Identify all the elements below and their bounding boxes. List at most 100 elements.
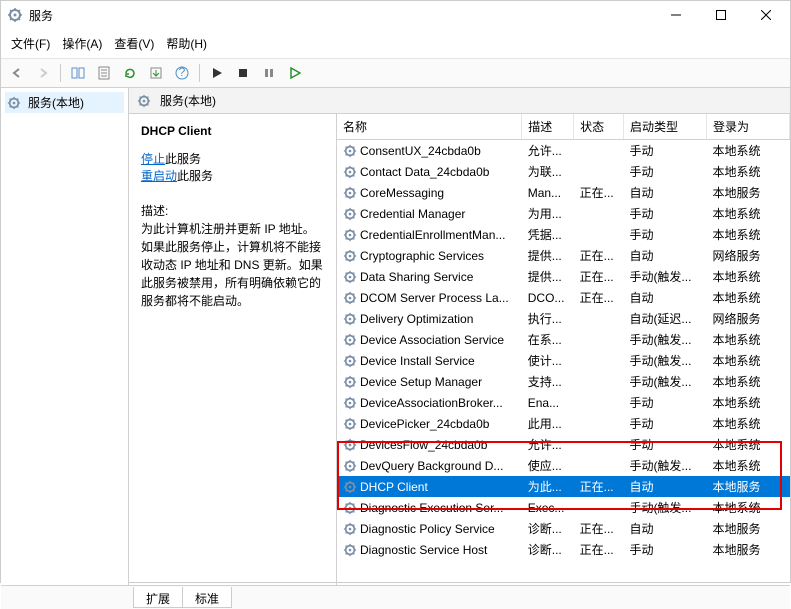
menu-action[interactable]: 操作(A) xyxy=(58,33,106,54)
col-name[interactable]: 名称 xyxy=(337,114,522,140)
cell-logon: 本地系统 xyxy=(706,203,789,224)
service-row[interactable]: Contact Data_24cbda0b为联...手动本地系统 xyxy=(337,161,790,182)
gear-icon xyxy=(343,228,357,242)
refresh-button[interactable] xyxy=(118,62,142,84)
tab-extended[interactable]: 扩展 xyxy=(133,587,183,608)
gear-icon xyxy=(343,501,357,515)
pane-header: 服务(本地) xyxy=(129,88,790,114)
cell-desc: 执行... xyxy=(522,308,574,329)
service-row[interactable]: Data Sharing Service提供...正在...手动(触发...本地… xyxy=(337,266,790,287)
cell-logon: 本地系统 xyxy=(706,140,789,162)
service-row[interactable]: CoreMessagingMan...正在...自动本地服务 xyxy=(337,182,790,203)
service-row[interactable]: DevQuery Background D...使应...手动(触发...本地系… xyxy=(337,455,790,476)
gear-icon xyxy=(343,522,357,536)
col-startup[interactable]: 启动类型 xyxy=(623,114,706,140)
nav-label: 服务(本地) xyxy=(28,94,84,111)
service-row[interactable]: Diagnostic Service Host诊断...正在...手动本地服务 xyxy=(337,539,790,560)
properties-button[interactable] xyxy=(92,62,116,84)
service-name: Data Sharing Service xyxy=(360,270,473,284)
maximize-button[interactable] xyxy=(698,1,743,29)
close-button[interactable] xyxy=(743,1,788,29)
gear-icon xyxy=(343,291,357,305)
cell-status xyxy=(574,308,624,329)
cell-desc: 此用... xyxy=(522,413,574,434)
restart-service-button[interactable] xyxy=(283,62,307,84)
back-button[interactable] xyxy=(5,62,29,84)
cell-desc: 诊断... xyxy=(522,539,574,560)
stop-service-button[interactable] xyxy=(231,62,255,84)
service-row[interactable]: Diagnostic Policy Service诊断...正在...自动本地服… xyxy=(337,518,790,539)
gear-icon xyxy=(343,333,357,347)
title-bar: 服务 xyxy=(1,1,790,29)
service-name-heading: DHCP Client xyxy=(141,124,324,138)
cell-logon: 本地系统 xyxy=(706,371,789,392)
cell-desc: 为联... xyxy=(522,161,574,182)
service-row[interactable]: Cryptographic Services提供...正在...自动网络服务 xyxy=(337,245,790,266)
nav-services-local[interactable]: 服务(本地) xyxy=(5,92,124,113)
cell-startup: 自动 xyxy=(623,182,706,203)
export-button[interactable] xyxy=(144,62,168,84)
stop-link[interactable]: 停止 xyxy=(141,152,165,166)
detail-pane: DHCP Client 停止此服务 重启动此服务 描述: 为此计算机注册并更新 … xyxy=(129,114,337,585)
cell-status: 正在... xyxy=(574,539,624,560)
cell-startup: 手动 xyxy=(623,203,706,224)
tab-standard[interactable]: 标准 xyxy=(182,587,232,608)
service-row[interactable]: Credential Manager为用...手动本地系统 xyxy=(337,203,790,224)
restart-link[interactable]: 重启动 xyxy=(141,169,177,183)
col-logon[interactable]: 登录为 xyxy=(706,114,789,140)
cell-status xyxy=(574,371,624,392)
gear-icon xyxy=(343,438,357,452)
menu-file[interactable]: 文件(F) xyxy=(7,33,54,54)
cell-desc: Man... xyxy=(522,182,574,203)
minimize-button[interactable] xyxy=(653,1,698,29)
col-status[interactable]: 状态 xyxy=(574,114,624,140)
service-row[interactable]: Diagnostic Execution Ser...Exec...手动(触发.… xyxy=(337,497,790,518)
cell-desc: 允许... xyxy=(522,434,574,455)
cell-desc: Exec... xyxy=(522,497,574,518)
service-row[interactable]: DevicesFlow_24cbda0b允许...手动本地系统 xyxy=(337,434,790,455)
service-name: Delivery Optimization xyxy=(360,312,473,326)
service-row[interactable]: Delivery Optimization执行...自动(延迟...网络服务 xyxy=(337,308,790,329)
detail-view-button[interactable] xyxy=(66,62,90,84)
gear-icon xyxy=(343,480,357,494)
gear-icon xyxy=(343,396,357,410)
cell-logon: 本地系统 xyxy=(706,413,789,434)
pane-title: 服务(本地) xyxy=(160,92,216,109)
pause-service-button[interactable] xyxy=(257,62,281,84)
cell-desc: 支持... xyxy=(522,371,574,392)
service-row[interactable]: DevicePicker_24cbda0b此用...手动本地系统 xyxy=(337,413,790,434)
menu-help[interactable]: 帮助(H) xyxy=(162,33,211,54)
service-row[interactable]: DCOM Server Process La...DCO...正在...自动本地… xyxy=(337,287,790,308)
cell-startup: 手动 xyxy=(623,539,706,560)
cell-logon: 本地服务 xyxy=(706,518,789,539)
cell-status xyxy=(574,140,624,162)
service-name: DeviceAssociationBroker... xyxy=(360,396,503,410)
desc-label: 描述: xyxy=(141,202,324,220)
cell-logon: 本地系统 xyxy=(706,161,789,182)
service-row[interactable]: Device Install Service使计...手动(触发...本地系统 xyxy=(337,350,790,371)
cell-startup: 自动 xyxy=(623,518,706,539)
cell-startup: 手动 xyxy=(623,413,706,434)
menu-view[interactable]: 查看(V) xyxy=(110,33,158,54)
separator xyxy=(60,64,61,82)
service-row[interactable]: Device Association Service在系...手动(触发...本… xyxy=(337,329,790,350)
cell-startup: 手动(触发... xyxy=(623,497,706,518)
cell-startup: 手动(触发... xyxy=(623,350,706,371)
help-button[interactable]: ? xyxy=(170,62,194,84)
cell-logon: 本地系统 xyxy=(706,434,789,455)
gear-icon xyxy=(343,186,357,200)
service-row[interactable]: Device Setup Manager支持...手动(触发...本地系统 xyxy=(337,371,790,392)
service-list[interactable]: 名称 描述 状态 启动类型 登录为 ConsentUX_24cbda0b允许..… xyxy=(337,114,790,585)
col-desc[interactable]: 描述 xyxy=(522,114,574,140)
service-row[interactable]: DeviceAssociationBroker...Ena...手动本地系统 xyxy=(337,392,790,413)
service-row[interactable]: CredentialEnrollmentMan...凭据...手动本地系统 xyxy=(337,224,790,245)
start-service-button[interactable] xyxy=(205,62,229,84)
service-row[interactable]: ConsentUX_24cbda0b允许...手动本地系统 xyxy=(337,140,790,162)
cell-status xyxy=(574,434,624,455)
cell-logon: 网络服务 xyxy=(706,245,789,266)
service-name: Credential Manager xyxy=(360,207,465,221)
forward-button[interactable] xyxy=(31,62,55,84)
service-row[interactable]: DHCP Client为此...正在...自动本地服务 xyxy=(337,476,790,497)
cell-desc: 允许... xyxy=(522,140,574,162)
separator xyxy=(199,64,200,82)
